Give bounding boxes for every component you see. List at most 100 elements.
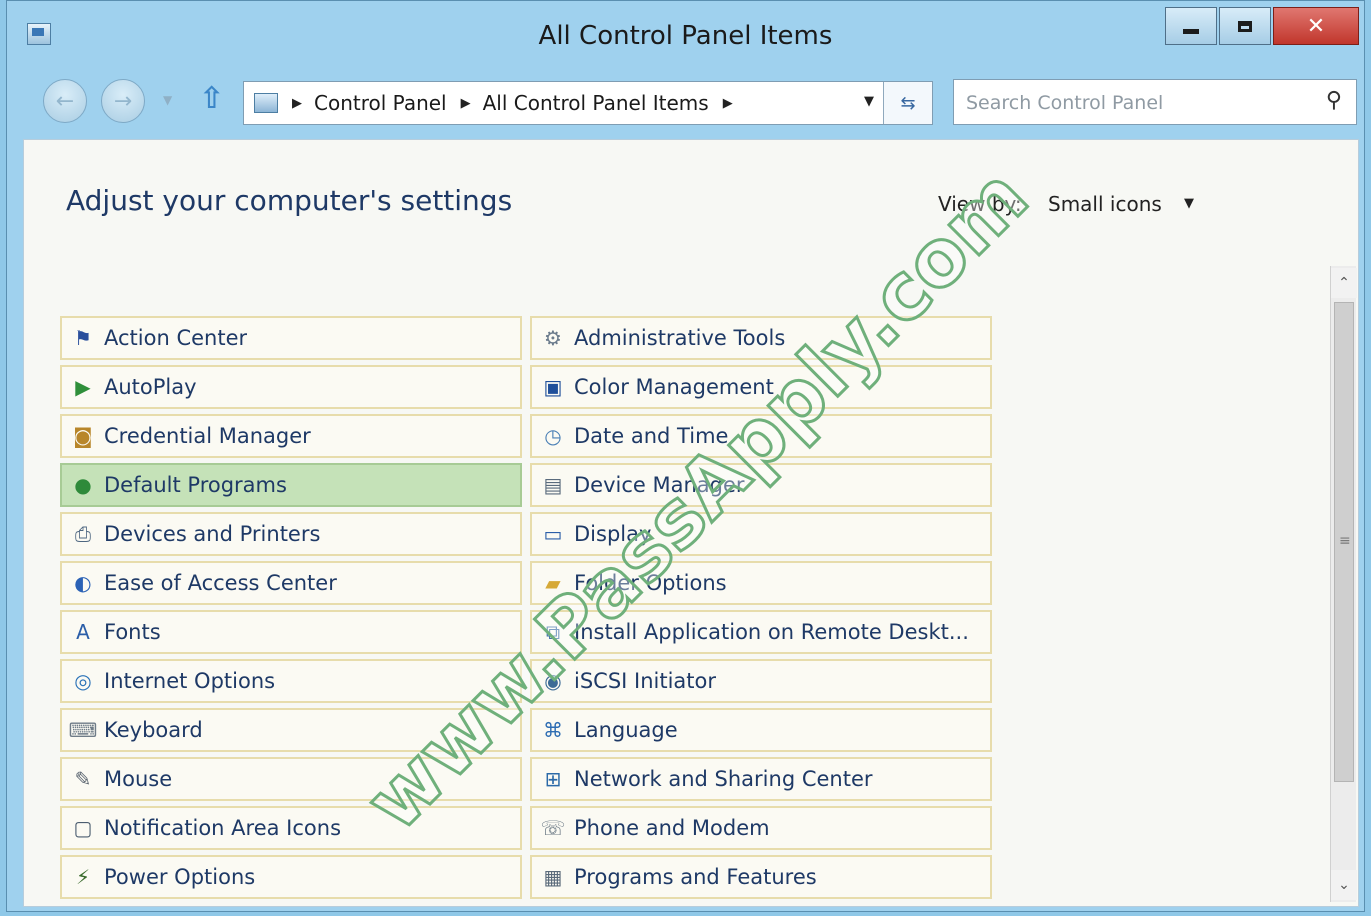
close-button[interactable]: ✕ <box>1273 7 1359 45</box>
control-panel-item[interactable]: ⚙ Administrative Tools <box>530 316 992 360</box>
control-panel-item[interactable]: ▢ Notification Area Icons <box>60 806 522 850</box>
color-monitor-icon: ▣ <box>543 375 563 399</box>
control-panel-item[interactable]: ✎ Mouse <box>60 757 522 801</box>
grip-icon: ≡ <box>1339 533 1351 549</box>
control-panel-item[interactable]: ▭ Display <box>530 512 992 556</box>
control-panel-item[interactable]: ⌨ Keyboard <box>60 708 522 752</box>
mouse-icon: ✎ <box>74 767 92 791</box>
notification-area-icon: ▢ <box>73 816 93 840</box>
fonts-icon: A <box>76 620 90 644</box>
minimize-icon <box>1183 28 1199 34</box>
autoplay-icon: ▶ <box>75 375 91 399</box>
control-panel-item-label: Notification Area Icons <box>104 816 342 840</box>
control-panel-item[interactable]: ⊞ Network and Sharing Center <box>530 757 992 801</box>
maximize-button[interactable] <box>1219 7 1271 45</box>
scroll-down-button[interactable]: ⌄ <box>1331 870 1357 900</box>
scroll-up-button[interactable]: ⌃ <box>1331 268 1357 298</box>
control-panel-item[interactable]: ⚡ Power Options <box>60 855 522 899</box>
view-by-dropdown[interactable]: Small icons <box>1048 192 1162 216</box>
control-panel-item-label: Action Center <box>104 326 248 350</box>
device-manager-icon: ▤ <box>543 473 563 497</box>
control-panel-item-label: AutoPlay <box>104 375 197 399</box>
control-panel-item[interactable]: ▤ Device Manager <box>530 463 992 507</box>
folder-icon: ▰ <box>545 571 561 595</box>
address-bar[interactable]: ▶ Control Panel ▶ All Control Panel Item… <box>243 81 933 125</box>
recent-locations-dropdown[interactable]: ▼ <box>163 93 172 107</box>
chevron-right-icon[interactable]: ▶ <box>461 96 471 111</box>
chevron-down-icon[interactable]: ▼ <box>1184 196 1194 211</box>
back-arrow-icon: ← <box>55 88 75 114</box>
control-panel-item-label: Internet Options <box>104 669 276 693</box>
control-panel-item[interactable]: ◎ Internet Options <box>60 659 522 703</box>
control-panel-item[interactable]: ▦ Programs and Features <box>530 855 992 899</box>
breadcrumb-control-panel[interactable]: Control Panel <box>314 91 447 115</box>
control-panel-item[interactable]: ▰ Folder Options <box>530 561 992 605</box>
search-box[interactable]: ⚲ <box>953 79 1357 125</box>
control-panel-item[interactable]: ⌘ Language <box>530 708 992 752</box>
chevron-right-icon[interactable]: ▶ <box>723 96 733 111</box>
control-panel-item[interactable]: ◐ Ease of Access Center <box>60 561 522 605</box>
scroll-thumb[interactable]: ≡ <box>1334 302 1354 782</box>
control-panel-item-label: Power Options <box>104 865 256 889</box>
control-panel-item[interactable]: ⎙ Devices and Printers <box>60 512 522 556</box>
internet-options-icon: ◎ <box>74 669 92 693</box>
refresh-button[interactable]: ⇆ <box>883 82 932 124</box>
control-panel-item-label: Default Programs <box>104 473 287 497</box>
title-bar[interactable]: All Control Panel Items ✕ <box>7 1 1364 71</box>
chevron-right-icon[interactable]: ▶ <box>292 96 302 111</box>
control-panel-item[interactable]: ● Default Programs <box>60 463 522 507</box>
keyboard-icon: ⌨ <box>68 718 98 742</box>
display-icon: ▭ <box>543 522 563 546</box>
clock-icon: ◷ <box>544 424 562 448</box>
control-panel-item-label: iSCSI Initiator <box>574 669 717 693</box>
chevron-up-icon: ⌃ <box>1338 275 1350 291</box>
flag-icon: ⚑ <box>74 326 92 350</box>
control-panel-item[interactable]: ☏ Phone and Modem <box>530 806 992 850</box>
phone-modem-icon: ☏ <box>540 816 566 840</box>
printer-icon: ⎙ <box>75 522 91 546</box>
control-panel-item-label: Network and Sharing Center <box>574 767 873 791</box>
control-panel-item-label: Color Management <box>574 375 774 399</box>
content-pane: Adjust your computer's settings View by:… <box>23 139 1359 907</box>
vertical-scrollbar[interactable]: ⌃ ≡ ⌄ <box>1330 266 1357 902</box>
control-panel-item[interactable]: ◉ iSCSI Initiator <box>530 659 992 703</box>
breadcrumb-all-control-panel-items[interactable]: All Control Panel Items <box>483 91 709 115</box>
control-panel-item-label: Phone and Modem <box>574 816 770 840</box>
close-icon: ✕ <box>1306 13 1326 39</box>
forward-button[interactable]: → <box>101 79 145 123</box>
control-panel-item-label: Mouse <box>104 767 173 791</box>
chevron-down-icon: ⌄ <box>1338 877 1350 893</box>
up-button[interactable]: ⇧ <box>199 81 224 116</box>
search-input[interactable] <box>964 86 1308 120</box>
control-panel-item-label: Administrative Tools <box>574 326 786 350</box>
control-panel-item-label: Language <box>574 718 678 742</box>
control-panel-item-label: Devices and Printers <box>104 522 321 546</box>
control-panel-item-label: Credential Manager <box>104 424 311 448</box>
control-panel-item[interactable]: ◙ Credential Manager <box>60 414 522 458</box>
control-panel-item[interactable]: ◷ Date and Time <box>530 414 992 458</box>
control-panel-item[interactable]: ⧉ Install Application on Remote Deskt... <box>530 610 992 654</box>
control-panel-item-label: Keyboard <box>104 718 203 742</box>
remote-install-icon: ⧉ <box>545 620 561 644</box>
control-panel-item[interactable]: ▶ AutoPlay <box>60 365 522 409</box>
admin-tools-icon: ⚙ <box>544 326 562 350</box>
control-panel-item-label: Fonts <box>104 620 161 644</box>
control-panel-window: All Control Panel Items ✕ ← → ▼ ⇧ ▶ Cont… <box>6 0 1365 912</box>
ease-of-access-icon: ◐ <box>74 571 92 595</box>
control-panel-item[interactable]: ⚑ Action Center <box>60 316 522 360</box>
default-programs-icon: ● <box>74 473 92 497</box>
control-panel-item[interactable]: A Fonts <box>60 610 522 654</box>
control-panel-item-label: Date and Time <box>574 424 729 448</box>
control-panel-item[interactable]: ▣ Color Management <box>530 365 992 409</box>
minimize-button[interactable] <box>1165 7 1217 45</box>
control-panel-item-label: Device Manager <box>574 473 745 497</box>
control-panel-item-label: Ease of Access Center <box>104 571 337 595</box>
power-icon: ⚡ <box>75 865 91 889</box>
control-panel-item-label: Display <box>574 522 652 546</box>
control-panel-item-label: Install Application on Remote Deskt... <box>574 620 969 644</box>
credential-vault-icon: ◙ <box>73 424 93 448</box>
back-button[interactable]: ← <box>43 79 87 123</box>
network-icon: ⊞ <box>544 767 562 791</box>
search-icon[interactable]: ⚲ <box>1326 88 1342 113</box>
address-dropdown-icon[interactable]: ▼ <box>864 94 874 109</box>
